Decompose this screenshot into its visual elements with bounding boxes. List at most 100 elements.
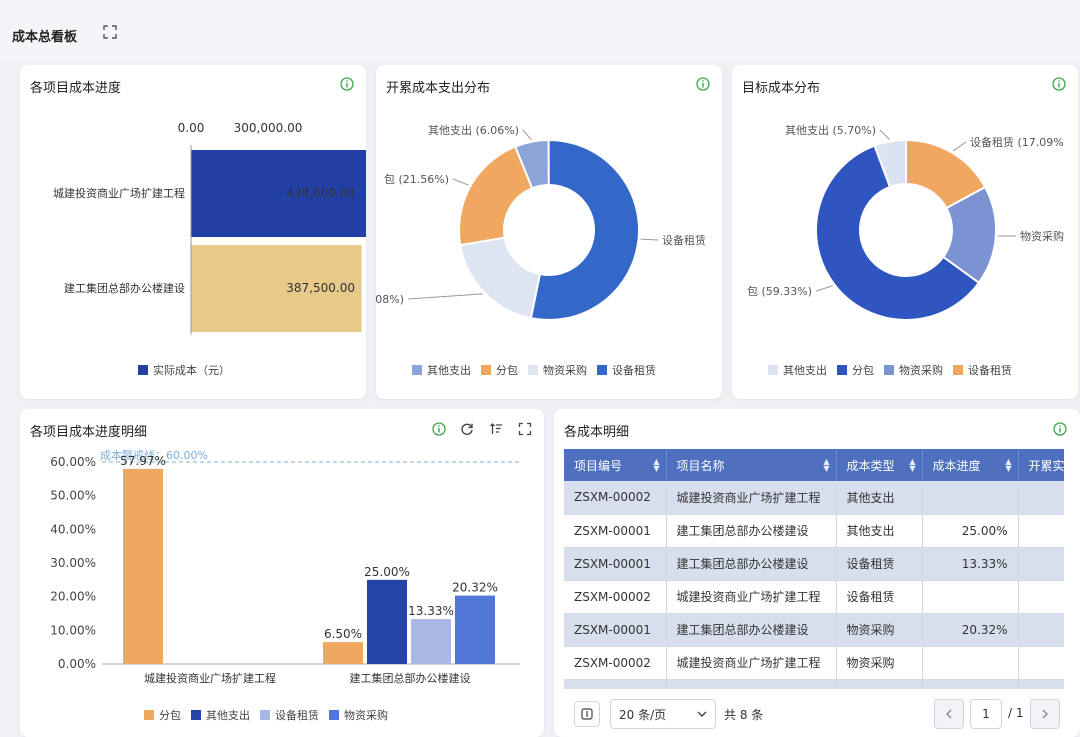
legend-label: 其他支出	[427, 364, 471, 377]
column-header-label: 成本类型	[846, 458, 895, 473]
slice-label: 设备租赁	[662, 233, 706, 247]
table-row[interactable]: ZSXM-00002 城建投资商业广场扩建工程 其他支出	[564, 481, 1064, 515]
table-viewport[interactable]: 项目编号 ▲ ▼ 项目名称 ▲ ▼ 成本类型 ▲ ▼ 成本进度 ▲ ▼ 开累实 ZSXM-00002 城建…	[564, 449, 1064, 689]
column-header[interactable]: 项目名称 ▲ ▼	[666, 449, 837, 481]
y-tick-label: 50.00%	[50, 489, 96, 503]
column-header[interactable]: 成本类型 ▲ ▼	[836, 449, 923, 481]
data-label: 387,500.00	[286, 281, 355, 295]
legend-item[interactable]: 分包	[837, 362, 874, 378]
legend-label: 分包	[852, 364, 874, 377]
legend-item[interactable]: 设备租赁	[260, 707, 319, 723]
project-cost-hbar-chart: 0.00 300,000.00 城建投资商业广场扩建工程 438,000.00 建工集团…	[53, 121, 366, 335]
bar	[411, 619, 451, 664]
page-number-input[interactable]: 1	[970, 699, 1002, 729]
label-leader-line	[952, 141, 967, 152]
table-cell: ZSXM-00001	[564, 613, 667, 647]
target-cost-donut-chart: 其他支出 (5.70%) 设备租赁 (17.09% 物资采购包 (59.33%)	[747, 123, 1064, 321]
table-cell: 物资采购	[836, 613, 923, 647]
chevron-down-icon	[697, 711, 707, 717]
legend-item[interactable]: 设备租赁	[953, 362, 1012, 378]
pie-slice	[458, 145, 534, 247]
table-cell	[1018, 481, 1064, 515]
pagination: 20 条/页 共 8 条 1 / 1	[564, 693, 1064, 733]
cumulative-cost-distribution-card: 开累成本支出分布 其他支出 (6.06%)设备租赁采购 (19.08%)包 (2…	[376, 65, 722, 399]
total-count: 共 8 条	[724, 708, 764, 722]
chart-legend: 其他支出 分包 物资采购 设备租赁	[412, 362, 656, 378]
column-header[interactable]: 开累实	[1018, 449, 1064, 481]
column-header-label: 项目名称	[676, 458, 725, 473]
table-cell: ZSXM-00001	[564, 547, 667, 581]
legend-swatch	[768, 365, 778, 375]
legend-swatch	[260, 710, 270, 720]
prev-page-button[interactable]	[934, 699, 964, 729]
legend-swatch	[837, 365, 847, 375]
legend-item[interactable]: 物资采购	[528, 362, 587, 378]
cost-detail-table: 项目编号 ▲ ▼ 项目名称 ▲ ▼ 成本类型 ▲ ▼ 成本进度 ▲ ▼ 开累实 ZSXM-00002 城建…	[564, 449, 1064, 689]
table-cell: 城建投资商业广场扩建工程	[666, 580, 837, 614]
top-bar: 成本总看板	[0, 0, 1080, 62]
legend-swatch	[412, 365, 422, 375]
legend-label: 分包	[496, 364, 518, 377]
cost-progress-detail-card: 各项目成本进度明细 0.00% 10.00% 20.00% 30.00% 40.00% 5…	[20, 409, 544, 737]
table-row[interactable]	[564, 679, 1064, 689]
fullscreen-icon[interactable]	[102, 24, 118, 40]
legend-label: 分包	[159, 709, 181, 722]
sort-caret-icon[interactable]: ▲ ▼	[909, 458, 915, 473]
table-row[interactable]: ZSXM-00002 城建投资商业广场扩建工程 设备租赁	[564, 580, 1064, 614]
table-cell	[922, 481, 1019, 515]
column-header-label: 项目编号	[574, 458, 623, 473]
table-cell	[1018, 514, 1064, 548]
table-cell: 设备租赁	[836, 547, 923, 581]
axis-tick-label: 300,000.00	[234, 121, 303, 135]
legend-item[interactable]: 分包	[481, 362, 518, 378]
table-cell: 25.00%	[922, 514, 1019, 548]
legend-item[interactable]: 其他支出	[768, 362, 827, 378]
bar	[455, 595, 495, 664]
table-cell: 其他支出	[836, 481, 923, 515]
bar	[323, 642, 363, 664]
slice-label: 其他支出 (6.06%)	[428, 123, 519, 137]
slice-label: 采购 (19.08%)	[376, 292, 404, 306]
column-header[interactable]: 项目编号 ▲ ▼	[564, 449, 667, 481]
bar	[367, 579, 407, 664]
info-icon[interactable]	[1053, 422, 1067, 436]
slice-label: 设备租赁 (17.09%	[970, 135, 1064, 149]
legend-item[interactable]: 物资采购	[884, 362, 943, 378]
next-page-button[interactable]	[1030, 699, 1060, 729]
chevron-right-icon	[1042, 709, 1048, 719]
legend-item[interactable]: 物资采购	[329, 707, 388, 723]
column-header[interactable]: 成本进度 ▲ ▼	[922, 449, 1019, 481]
slice-label: 包 (59.33%)	[747, 285, 812, 298]
page-size-value: 20 条/页	[619, 707, 667, 722]
label-leader-line	[407, 293, 483, 300]
table-row[interactable]: ZSXM-00001 建工集团总部办公楼建设 设备租赁 13.33%	[564, 547, 1064, 581]
sort-caret-icon[interactable]: ▲ ▼	[1005, 458, 1011, 473]
table-cell	[1018, 547, 1064, 581]
table-row[interactable]: ZSXM-00001 建工集团总部办公楼建设 物资采购 20.32%	[564, 613, 1064, 647]
legend-swatch	[144, 710, 154, 720]
label-leader-line	[815, 285, 833, 292]
page-info-icon[interactable]	[574, 701, 600, 727]
table-cell: 20.32%	[922, 613, 1019, 647]
table-cell	[836, 679, 923, 689]
table-row[interactable]: ZSXM-00001 建工集团总部办公楼建设 其他支出 25.00%	[564, 514, 1064, 548]
page-size-select[interactable]: 20 条/页	[610, 699, 716, 729]
y-tick-label: 10.00%	[50, 623, 96, 637]
legend-swatch	[191, 710, 201, 720]
legend-item[interactable]: 其他支出	[191, 707, 250, 723]
data-label: 25.00%	[364, 565, 410, 579]
data-label: 438,000.00	[286, 186, 355, 200]
table-cell: 设备租赁	[836, 580, 923, 614]
sort-caret-icon[interactable]: ▲ ▼	[653, 458, 659, 473]
y-tick-label: 30.00%	[50, 556, 96, 570]
legend-swatch	[481, 365, 491, 375]
sort-caret-icon[interactable]: ▲ ▼	[823, 458, 829, 473]
table-cell	[922, 679, 1019, 689]
table-cell: 建工集团总部办公楼建设	[666, 547, 837, 581]
legend-label: 其他支出	[206, 709, 250, 722]
table-row[interactable]: ZSXM-00002 城建投资商业广场扩建工程 物资采购	[564, 646, 1064, 680]
legend-item[interactable]: 设备租赁	[597, 362, 656, 378]
table-cell: 城建投资商业广场扩建工程	[666, 646, 837, 680]
legend-item[interactable]: 其他支出	[412, 362, 471, 378]
legend-item[interactable]: 分包	[144, 707, 181, 723]
